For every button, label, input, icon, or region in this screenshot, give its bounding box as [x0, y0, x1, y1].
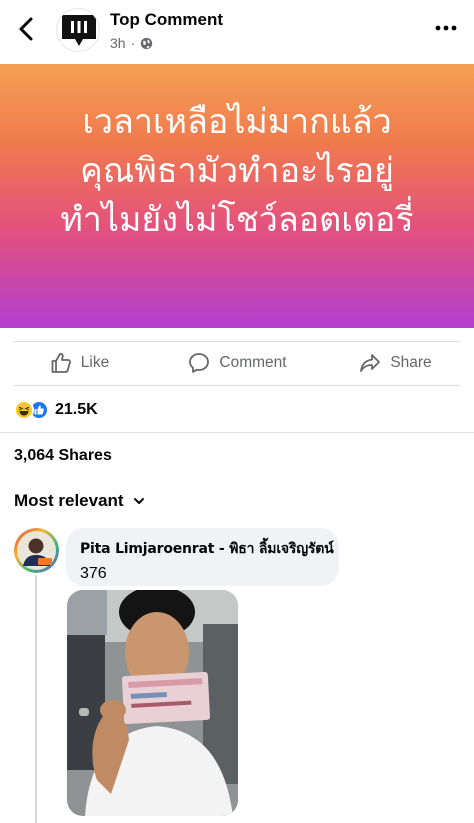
comment-bubble[interactable]: Pita Limjaroenrat - พิธา ลิ้มเจริญรัตน์ … — [66, 528, 339, 586]
man-holding-lottery-ticket-image — [67, 590, 238, 816]
page-avatar[interactable] — [56, 8, 100, 52]
reaction-count: 21.5K — [55, 401, 98, 418]
shares-count[interactable]: 3,064 Shares — [14, 447, 112, 465]
share-button[interactable]: Share — [316, 342, 474, 384]
post-text-line: คุณพิธามัวทำอะไรอยู่ — [80, 151, 394, 191]
post-background: เวลาเหลือไม่มากแล้ว คุณพิธามัวทำอะไรอยู่… — [0, 64, 474, 328]
comment-icon — [189, 353, 210, 373]
comment-sort-dropdown[interactable]: Most relevant — [14, 491, 146, 511]
comment-photo[interactable] — [67, 590, 238, 816]
post-text-line: ทำไมยังไม่โชว์ลอตเตอรี่ — [60, 200, 414, 240]
action-bar: Like Comment Share — [0, 342, 474, 384]
speech-bubble-logo-icon — [62, 15, 96, 46]
chevron-left-icon[interactable] — [16, 16, 38, 42]
thumbs-up-icon — [51, 352, 71, 373]
divider — [14, 385, 460, 386]
comment-button[interactable]: Comment — [158, 342, 316, 384]
like-button[interactable]: Like — [0, 342, 158, 384]
post-text: เวลาเหลือไม่มากแล้ว คุณพิธามัวทำอะไรอยู่… — [0, 98, 474, 245]
globe-icon — [141, 37, 153, 49]
like-label: Like — [80, 354, 110, 371]
dot-separator: · — [130, 35, 136, 51]
post-header: Top Comment 3h · — [0, 0, 474, 64]
divider — [0, 432, 474, 433]
post-meta: 3h · — [110, 35, 153, 51]
comment-label: Comment — [219, 354, 287, 371]
more-dots-icon[interactable] — [434, 16, 458, 40]
commenter-name[interactable]: Pita Limjaroenrat - พิธา ลิ้มเจริญรัตน์ — [80, 538, 334, 560]
page-name[interactable]: Top Comment — [110, 10, 223, 30]
haha-reaction-icon — [14, 400, 34, 420]
comment-text: 376 — [80, 565, 107, 582]
avatar[interactable] — [14, 528, 59, 573]
post-time[interactable]: 3h — [110, 35, 126, 51]
share-label: Share — [390, 354, 432, 371]
post-text-line: เวลาเหลือไม่มากแล้ว — [82, 102, 392, 142]
chevron-down-icon — [133, 498, 144, 504]
reactions-summary[interactable]: 21.5K — [14, 398, 98, 422]
sort-label: Most relevant — [14, 491, 124, 510]
reaction-icons — [14, 400, 49, 420]
reply-thread-line — [35, 575, 37, 823]
share-arrow-icon — [360, 354, 381, 372]
